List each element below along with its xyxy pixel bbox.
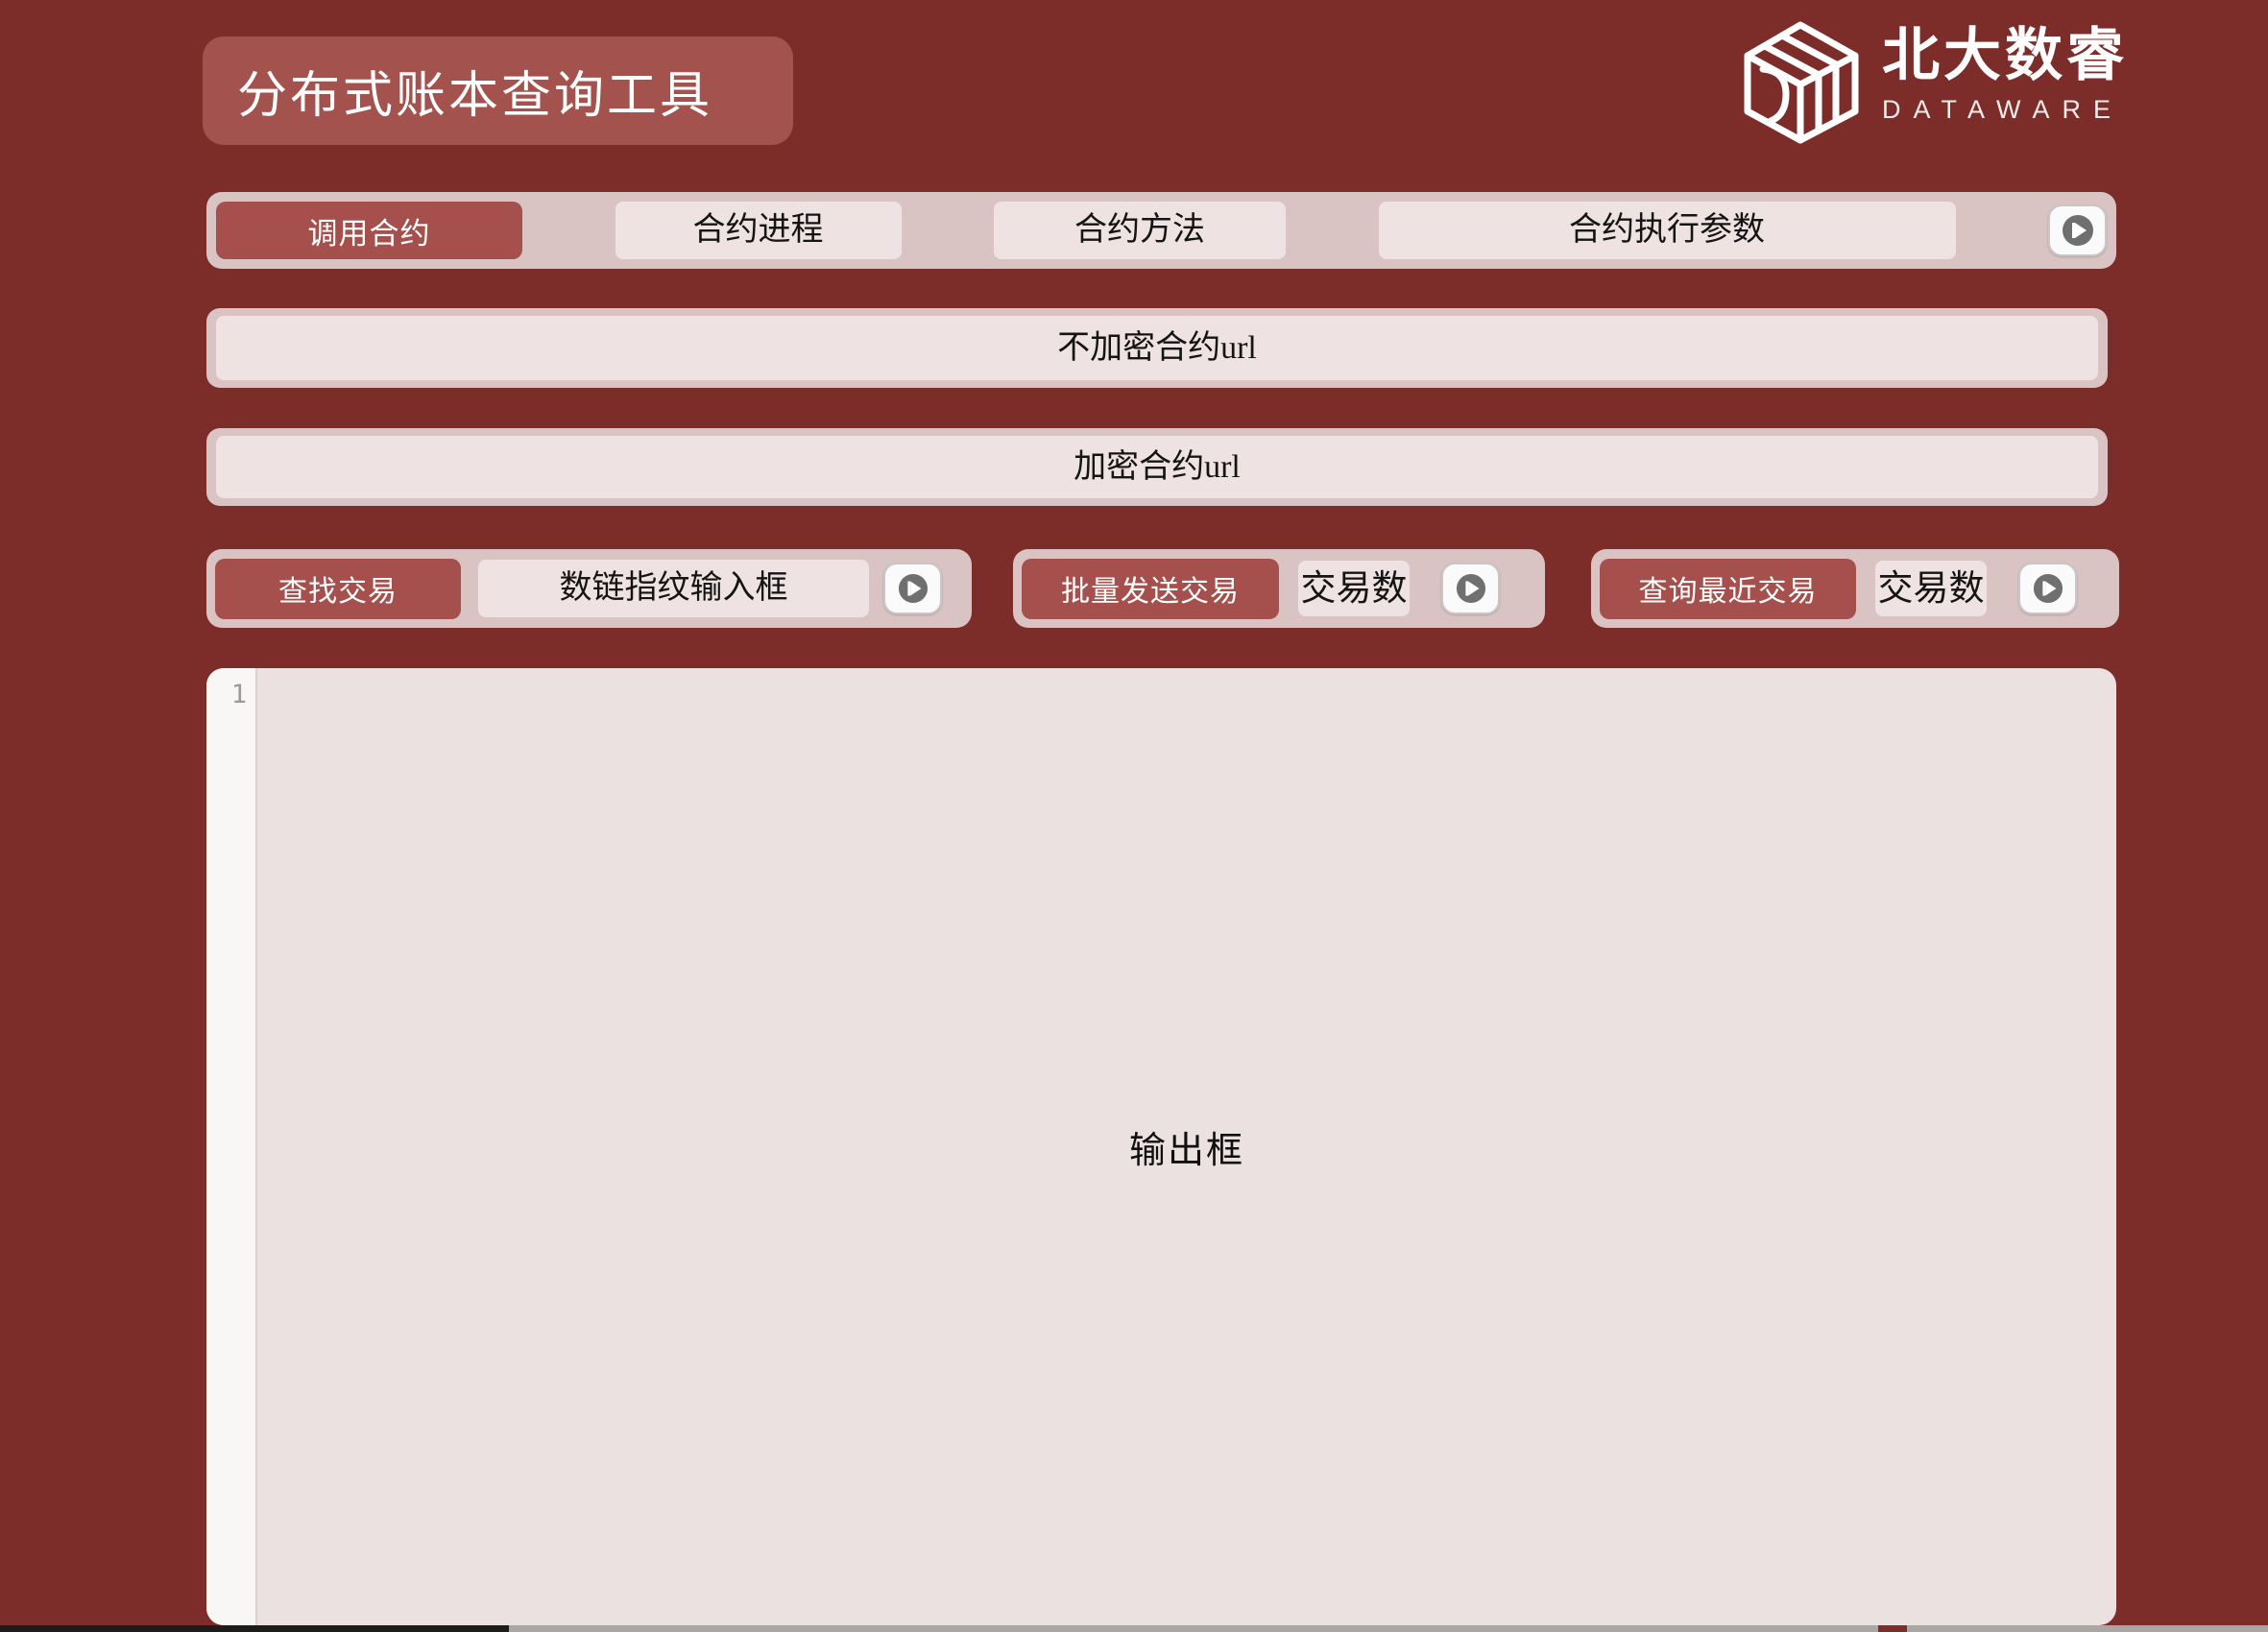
find-transaction-button[interactable]: 查找交易 [215,559,461,619]
page-title-text: 分布式账本查询工具 [237,55,712,127]
run-batch-send-button[interactable] [1441,563,1500,614]
batch-send-group: 批量发送交易 [1013,549,1545,628]
chain-fingerprint-input[interactable] [478,560,869,617]
run-contract-button[interactable] [2048,204,2107,256]
plain-contract-url-input[interactable] [216,316,2098,380]
brand-name: 北大数睿 [1882,19,2128,91]
output-editor[interactable]: 1 输出框 [206,668,2116,1625]
recent-tx-count-input[interactable] [1875,561,1987,616]
query-recent-button[interactable]: 查询最近交易 [1600,559,1856,619]
recent-transaction-group: 查询最近交易 [1591,549,2119,628]
contract-params-input[interactable] [1379,202,1956,259]
brand-logo: 北大数睿 DATAWARE [1736,19,2139,149]
run-query-recent-button[interactable] [2018,563,2077,614]
play-icon [2033,573,2063,604]
find-transaction-group: 查找交易 [206,549,972,628]
page-title: 分布式账本查询工具 [203,36,793,145]
contract-process-input[interactable] [615,202,902,259]
plain-url-row [206,308,2108,388]
play-icon [1456,573,1486,604]
play-icon [898,573,929,604]
run-find-transaction-button[interactable] [883,563,942,614]
batch-send-button[interactable]: 批量发送交易 [1022,559,1279,619]
batch-tx-count-input[interactable] [1298,561,1410,616]
play-icon [2062,214,2094,247]
output-placeholder-text: 输出框 [257,668,2116,1625]
line-number-gutter: 1 [206,668,257,1625]
contract-toolbar: 调用合约 [206,192,2116,269]
invoke-contract-button[interactable]: 调用合约 [216,202,522,259]
dataware-cube-icon [1736,19,1865,146]
encrypted-url-row [206,428,2108,506]
encrypted-contract-url-input[interactable] [216,436,2098,498]
contract-method-input[interactable] [994,202,1286,259]
taskbar-edge [0,1625,2268,1632]
brand-subtitle: DATAWARE [1882,95,2128,125]
line-number: 1 [231,680,247,709]
